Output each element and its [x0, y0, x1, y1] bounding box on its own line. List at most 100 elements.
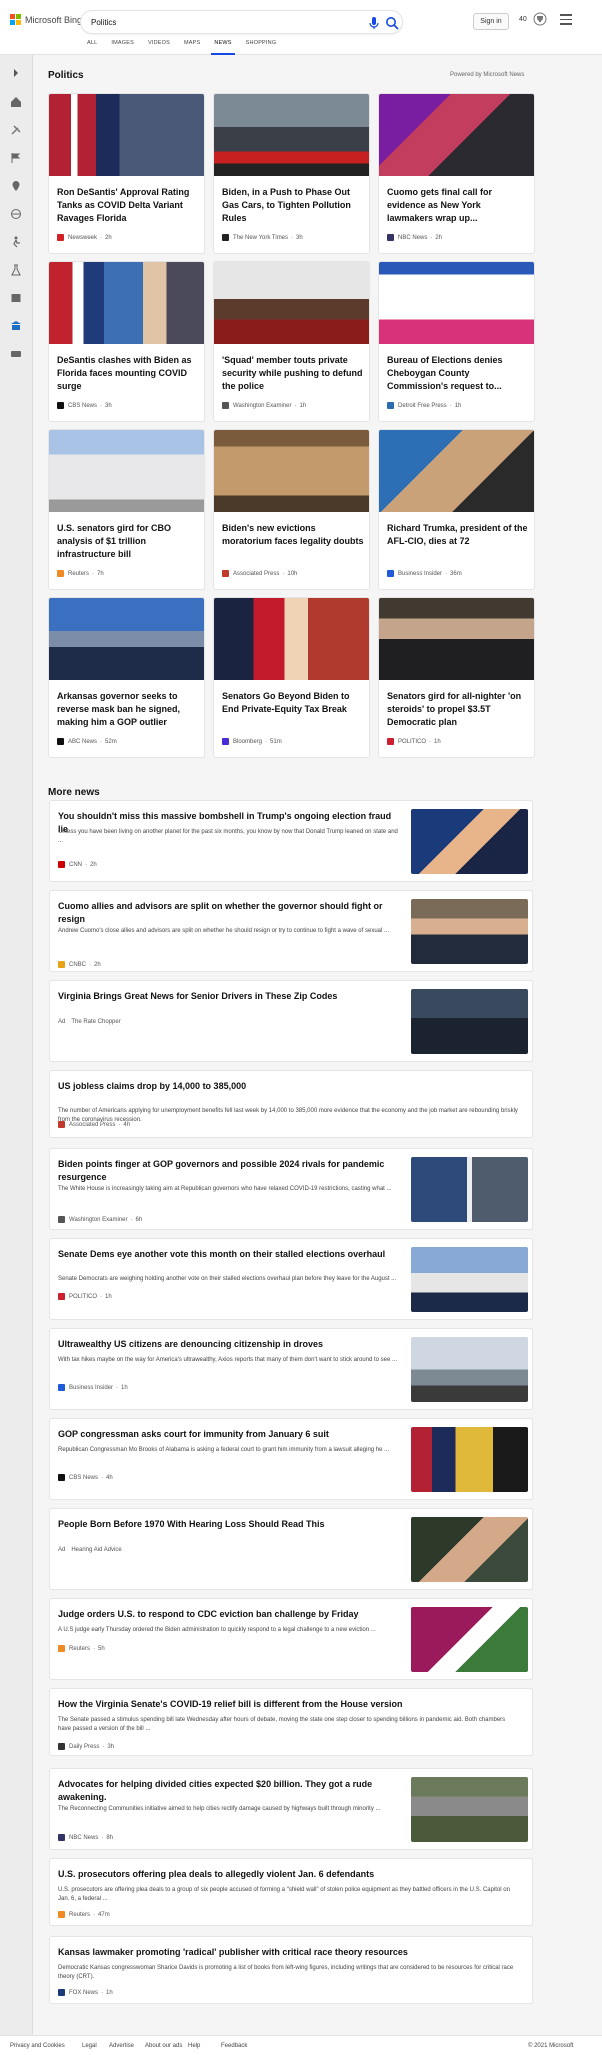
footer-link-legal[interactable]: Legal: [82, 2043, 97, 2049]
flag-icon[interactable]: [10, 152, 22, 164]
news-card[interactable]: Bureau of Elections denies Cheboygan Cou…: [378, 261, 535, 422]
news-card[interactable]: Biden's new evictions moratorium faces l…: [213, 429, 370, 590]
news-list-item[interactable]: Ultrawealthy US citizens are denouncing …: [49, 1328, 533, 1410]
news-card-title[interactable]: Senators gird for all-nighter 'on steroi…: [387, 690, 529, 729]
politics-building-icon[interactable]: [10, 320, 22, 332]
news-item-source: FOX News · 1h: [58, 1989, 113, 1996]
news-item-thumbnail[interactable]: [411, 1517, 528, 1582]
news-card[interactable]: U.S. senators gird for CBO analysis of $…: [48, 429, 205, 590]
rewards-points[interactable]: 40: [519, 16, 527, 23]
news-card-image: [49, 262, 204, 344]
news-item-title[interactable]: Senate Dems eye another vote this month …: [58, 1248, 403, 1261]
news-item-title[interactable]: GOP congressman asks court for immunity …: [58, 1428, 403, 1441]
news-card-title[interactable]: Richard Trumka, president of the AFL-CIO…: [387, 522, 529, 548]
sign-in-button[interactable]: Sign in: [473, 13, 509, 30]
news-card[interactable]: Ron DeSantis' Approval Rating Tanks as C…: [48, 93, 205, 254]
news-card-title[interactable]: Senators Go Beyond Biden to End Private-…: [222, 690, 364, 716]
home-icon[interactable]: [10, 96, 22, 108]
news-item-thumbnail[interactable]: [411, 1157, 528, 1222]
news-list-item[interactable]: Senate Dems eye another vote this month …: [49, 1238, 533, 1320]
news-card-source: Business Insider · 36m: [387, 570, 462, 577]
search-icon[interactable]: [385, 16, 399, 30]
news-card[interactable]: 'Squad' member touts private security wh…: [213, 261, 370, 422]
news-list-item[interactable]: Virginia Brings Great News for Senior Dr…: [49, 980, 533, 1062]
publisher-logo-icon: [387, 234, 394, 241]
news-list-item[interactable]: GOP congressman asks court for immunity …: [49, 1418, 533, 1500]
news-card[interactable]: DeSantis clashes with Biden as Florida f…: [48, 261, 205, 422]
tab-maps[interactable]: MAPS: [177, 40, 207, 55]
news-item-thumbnail[interactable]: [411, 989, 528, 1054]
news-list-item[interactable]: People Born Before 1970 With Hearing Los…: [49, 1508, 533, 1590]
expand-chevron-icon[interactable]: [10, 67, 22, 79]
news-item-title[interactable]: Judge orders U.S. to respond to CDC evic…: [58, 1608, 403, 1621]
news-list-item[interactable]: Cuomo allies and advisors are split on w…: [49, 890, 533, 972]
news-card-title[interactable]: Bureau of Elections denies Cheboygan Cou…: [387, 354, 529, 393]
tab-news[interactable]: NEWS: [207, 40, 238, 55]
news-item-thumbnail[interactable]: [411, 1337, 528, 1402]
entertainment-icon[interactable]: [10, 292, 22, 304]
news-item-thumbnail[interactable]: [411, 899, 528, 964]
microphone-icon[interactable]: [368, 16, 380, 30]
news-card-title[interactable]: Biden's new evictions moratorium faces l…: [222, 522, 364, 548]
news-card-title[interactable]: Cuomo gets final call for evidence as Ne…: [387, 186, 529, 225]
left-sidebar: [0, 55, 33, 2035]
news-item-title[interactable]: How the Virginia Senate's COVID-19 relie…: [58, 1698, 518, 1711]
tab-videos[interactable]: VIDEOS: [141, 40, 177, 55]
news-card-title[interactable]: DeSantis clashes with Biden as Florida f…: [57, 354, 199, 393]
news-list-item[interactable]: Judge orders U.S. to respond to CDC evic…: [49, 1598, 533, 1680]
news-card-title[interactable]: Ron DeSantis' Approval Rating Tanks as C…: [57, 186, 199, 225]
search-input[interactable]: [91, 15, 341, 30]
news-item-thumbnail[interactable]: [411, 809, 528, 874]
news-item-title[interactable]: Cuomo allies and advisors are split on w…: [58, 900, 403, 926]
news-item-title[interactable]: Virginia Brings Great News for Senior Dr…: [58, 990, 403, 1003]
news-item-title[interactable]: People Born Before 1970 With Hearing Los…: [58, 1518, 403, 1531]
news-list-item[interactable]: US jobless claims drop by 14,000 to 385,…: [49, 1070, 533, 1138]
bing-logo[interactable]: Microsoft Bing: [10, 14, 82, 25]
news-item-title[interactable]: Kansas lawmaker promoting 'radical' publ…: [58, 1946, 518, 1959]
news-card[interactable]: Cuomo gets final call for evidence as Ne…: [378, 93, 535, 254]
news-card[interactable]: Richard Trumka, president of the AFL-CIO…: [378, 429, 535, 590]
news-item-title[interactable]: Ultrawealthy US citizens are denouncing …: [58, 1338, 403, 1351]
news-item-title[interactable]: US jobless claims drop by 14,000 to 385,…: [58, 1080, 518, 1093]
footer-link-privacy-and-cookies[interactable]: Privacy and Cookies: [10, 2043, 65, 2049]
news-card[interactable]: Arkansas governor seeks to reverse mask …: [48, 597, 205, 758]
news-item-thumbnail[interactable]: [411, 1777, 528, 1842]
tab-shopping[interactable]: SHOPPING: [239, 40, 284, 55]
news-card-title[interactable]: Arkansas governor seeks to reverse mask …: [57, 690, 199, 729]
news-card-title[interactable]: 'Squad' member touts private security wh…: [222, 354, 364, 393]
rewards-trophy-icon[interactable]: [533, 12, 547, 26]
money-icon[interactable]: [10, 348, 22, 360]
footer-link-help[interactable]: Help: [188, 2043, 200, 2049]
news-item-thumbnail[interactable]: [411, 1427, 528, 1492]
tools-icon[interactable]: [10, 124, 22, 136]
news-card-title[interactable]: Biden, in a Push to Phase Out Gas Cars, …: [222, 186, 364, 225]
footer-link-feedback[interactable]: Feedback: [221, 2043, 247, 2049]
news-item-title[interactable]: Advocates for helping divided cities exp…: [58, 1778, 403, 1804]
globe-icon[interactable]: [10, 208, 22, 220]
tab-images[interactable]: IMAGES: [104, 40, 141, 55]
footer-link-advertise[interactable]: Advertise: [109, 2043, 134, 2049]
news-card[interactable]: Senators gird for all-nighter 'on steroi…: [378, 597, 535, 758]
news-card[interactable]: Senators Go Beyond Biden to End Private-…: [213, 597, 370, 758]
news-item-title[interactable]: U.S. prosecutors offering plea deals to …: [58, 1868, 518, 1881]
news-card[interactable]: Biden, in a Push to Phase Out Gas Cars, …: [213, 93, 370, 254]
news-list-item[interactable]: Advocates for helping divided cities exp…: [49, 1768, 533, 1850]
news-item-thumbnail[interactable]: [411, 1607, 528, 1672]
news-item-thumbnail[interactable]: [411, 1247, 528, 1312]
science-icon[interactable]: [10, 264, 22, 276]
footer-link-about-our-ads[interactable]: About our ads: [145, 2043, 182, 2049]
news-list-item[interactable]: Kansas lawmaker promoting 'radical' publ…: [49, 1936, 533, 2004]
news-card-title[interactable]: U.S. senators gird for CBO analysis of $…: [57, 522, 199, 561]
hamburger-menu-icon[interactable]: [560, 14, 572, 25]
news-list-item[interactable]: Biden points finger at GOP governors and…: [49, 1148, 533, 1230]
running-icon[interactable]: [10, 236, 22, 248]
news-list-item[interactable]: You shouldn't miss this massive bombshel…: [49, 800, 533, 882]
news-list-item[interactable]: How the Virginia Senate's COVID-19 relie…: [49, 1688, 533, 1756]
source-time: 4h: [123, 1121, 131, 1128]
news-item-title[interactable]: Biden points finger at GOP governors and…: [58, 1158, 403, 1184]
news-list-item[interactable]: U.S. prosecutors offering plea deals to …: [49, 1858, 533, 1926]
publisher-logo-icon: [387, 402, 394, 409]
tab-all[interactable]: ALL: [80, 40, 104, 55]
location-pin-icon[interactable]: [10, 180, 22, 192]
source-name: Washington Examiner: [233, 402, 292, 409]
